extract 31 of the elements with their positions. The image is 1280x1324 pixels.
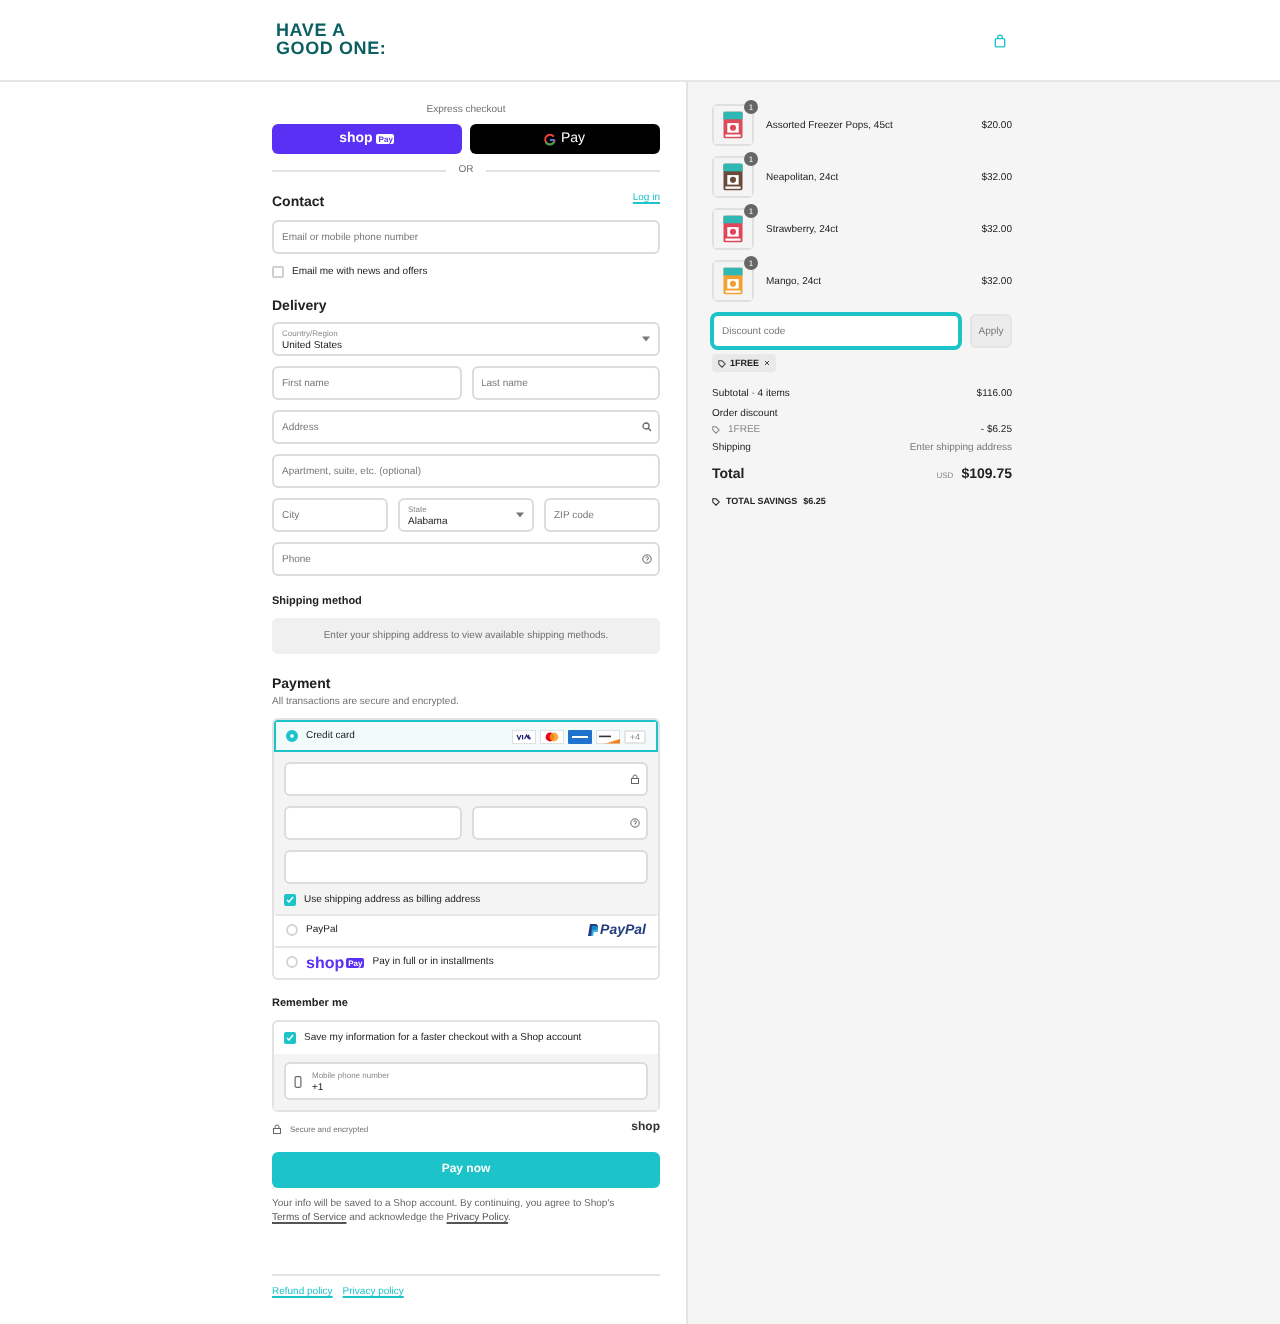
help-icon <box>630 818 640 828</box>
lock-icon <box>630 774 640 784</box>
tag-icon <box>712 497 720 505</box>
card-field[interactable] <box>284 806 461 840</box>
amex-logo <box>567 729 592 743</box>
lock-icon <box>272 1123 282 1133</box>
radio-button[interactable] <box>286 730 298 742</box>
visa-logo <box>511 729 536 743</box>
card-field[interactable] <box>471 806 648 840</box>
checkbox[interactable] <box>284 1032 296 1044</box>
checkmark-icon <box>286 1034 294 1042</box>
checkmark-icon <box>286 896 294 904</box>
discover-logo <box>595 729 620 743</box>
logo: HAVE A GOOD ONE: <box>276 22 387 58</box>
checkbox[interactable] <box>284 894 296 906</box>
chevron-down-icon <box>516 512 524 518</box>
radio-button[interactable] <box>286 924 298 936</box>
radio-button[interactable] <box>286 956 298 968</box>
close-icon[interactable] <box>763 360 770 366</box>
card-field[interactable] <box>284 762 648 796</box>
phone-icon <box>294 1075 302 1087</box>
chevron-down-icon <box>642 336 650 342</box>
card-field[interactable] <box>284 850 648 884</box>
google-g-icon <box>544 133 557 145</box>
mastercard-logo <box>539 729 564 743</box>
tag-icon <box>712 426 720 434</box>
shopping-bag-icon[interactable] <box>994 33 1006 47</box>
help-icon <box>642 554 652 564</box>
search-icon <box>642 422 652 432</box>
tag-icon <box>718 359 726 367</box>
checkbox[interactable] <box>272 266 284 278</box>
